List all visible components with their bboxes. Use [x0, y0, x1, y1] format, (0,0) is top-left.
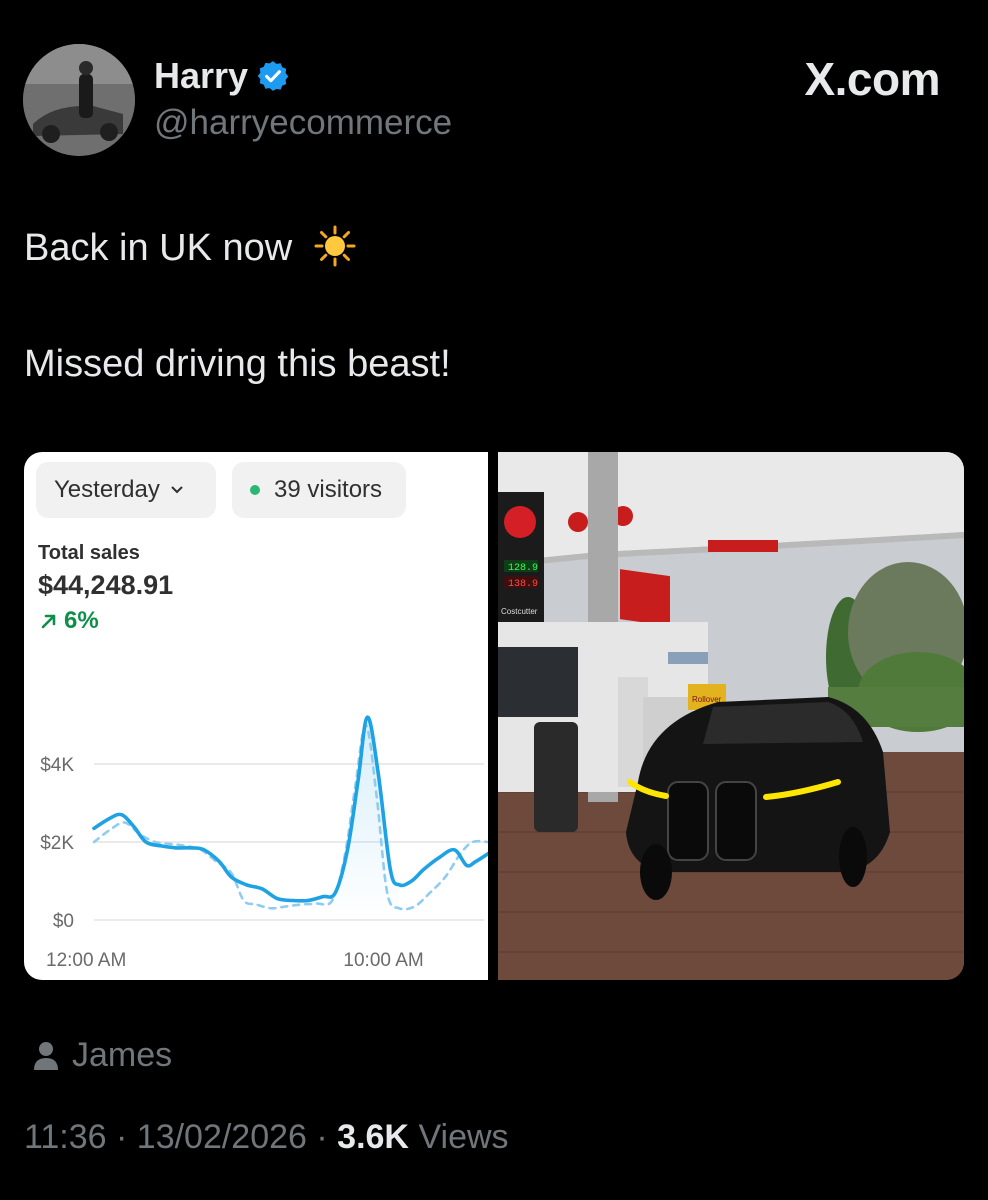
views-label: Views [418, 1118, 509, 1156]
sun-emoji-icon [314, 225, 356, 267]
car-photo: 128.9 138.9 Costcutter Rollover [498, 452, 964, 980]
verified-badge-icon [257, 61, 289, 91]
sign-store-name: Costcutter [501, 607, 538, 616]
author-name-row: Harry [154, 55, 290, 97]
brand-label: X.com [804, 53, 940, 105]
sales-line-chart: $0 $2K $4K 12:00 AM 10:00 AM [40, 715, 488, 971]
tweet-text-line-1: Back in UK now [24, 224, 357, 270]
spike-area [335, 717, 400, 920]
comparison-series-line [92, 723, 488, 911]
y-tick-label: $4K [40, 755, 74, 776]
footer-user-name: James [72, 1036, 173, 1074]
media-image-sales-dashboard[interactable]: Yesterday 39 visitors Total sales $44,24… [24, 452, 488, 980]
y-tick-label: $0 [53, 911, 74, 932]
views-count[interactable]: 3.6K [337, 1118, 409, 1156]
sign-price-diesel: 138.9 [508, 579, 538, 590]
author-handle[interactable]: @harryecommerce [154, 103, 452, 143]
sales-series-line [92, 715, 488, 903]
y-tick-label: $2K [40, 833, 74, 854]
person-icon [34, 1041, 58, 1070]
footer-user: James [32, 1036, 172, 1075]
sign-price-unleaded: 128.9 [508, 563, 538, 574]
x-tick-label: 10:00 AM [343, 950, 423, 971]
tweet-date[interactable]: 13/02/2026 [137, 1118, 307, 1156]
author-name[interactable]: Harry [154, 55, 248, 97]
tweet-time[interactable]: 11:36 [24, 1118, 107, 1156]
avatar-photo [23, 44, 135, 156]
media-image-car-photo[interactable]: 128.9 138.9 Costcutter Rollover [498, 452, 964, 980]
tweet-text-line-2: Missed driving this beast! [24, 343, 451, 385]
author-avatar[interactable] [23, 44, 135, 156]
tweet-meta: 11:36 · 13/02/2026 · 3.6K Views [24, 1118, 509, 1156]
tweet-text-1: Back in UK now [24, 227, 293, 269]
x-tick-label: 12:00 AM [46, 950, 126, 971]
